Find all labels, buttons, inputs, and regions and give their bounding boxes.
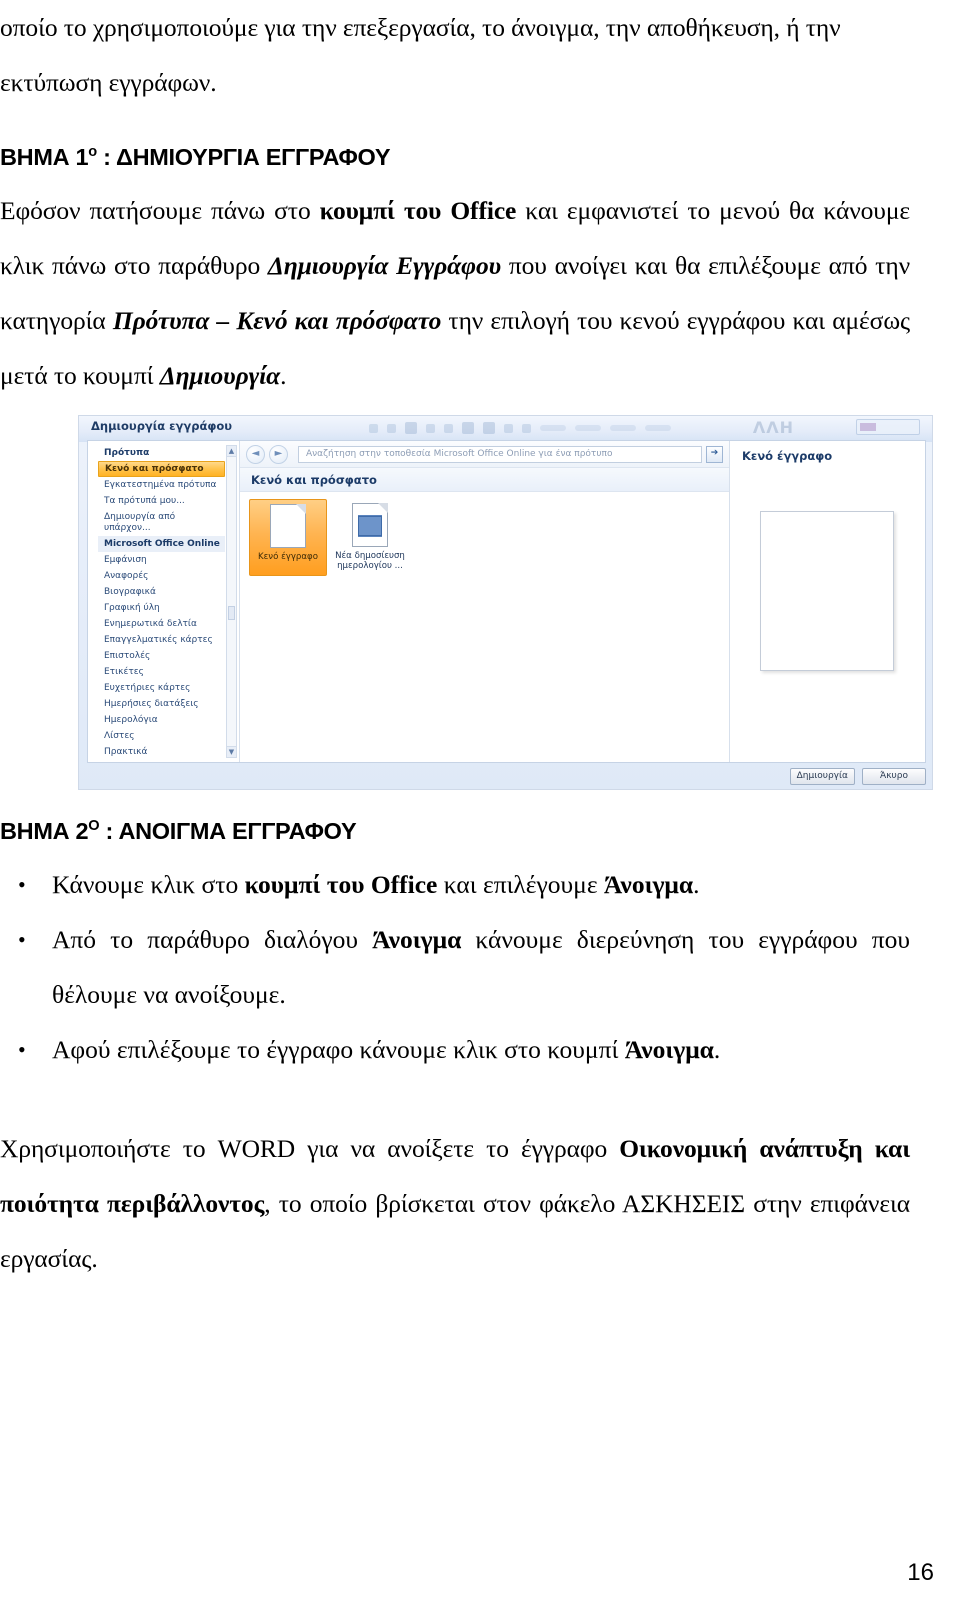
office-new-document-dialog-screenshot: ΛΛΗ Δημιουργία εγγράφου Πρότυπα Κενό και… <box>78 415 933 790</box>
page-content: οποίο το χρησιμοποιούμε για την επεξεργα… <box>0 0 935 1286</box>
ghost-ribbon-label: ΛΛΗ <box>752 418 794 437</box>
step1-paragraph: Εφόσον πατήσουμε πάνω στο κουμπί του Off… <box>0 183 935 403</box>
list-item: Από το παράθυρο διαλόγου Άνοιγμα κάνουμε… <box>0 912 935 1022</box>
step1-bolditalic-new-document: Δημιουργία Εγγράφου <box>267 251 501 280</box>
step2-heading-superscript: Ο <box>88 818 100 835</box>
sidebar-item-installed-templates[interactable]: Εγκατεστημένα πρότυπα <box>98 477 225 493</box>
template-tiles: Κενό έγγραφο Νέα δημοσίευση ημερολογίου … <box>240 492 729 576</box>
search-placeholder: Αναζήτηση στην τοποθεσία Microsoft Offic… <box>306 449 613 459</box>
list-item: Κάνουμε κλικ στο κουμπί του Office και ε… <box>0 857 935 912</box>
template-search-input[interactable]: Αναζήτηση στην τοποθεσία Microsoft Offic… <box>298 445 702 463</box>
bullet1-bold-open: Άνοιγμα <box>603 870 694 899</box>
forward-arrow-icon[interactable]: ► <box>269 444 288 464</box>
search-go-icon[interactable]: ➔ <box>706 445 723 463</box>
step1-heading: ΒΗΜΑ 1ο : ΔΗΜΙΟΥΡΓΙΑ ΕΓΓΡΑΦΟΥ <box>0 144 935 171</box>
sidebar-item-greeting-cards[interactable]: Ευχετήριες κάρτες <box>98 680 225 696</box>
preview-page-thumbnail <box>760 511 894 671</box>
bullet3-text-a: Αφού επιλέξουμε το έγγραφο κάνουμε κλικ … <box>52 1035 625 1064</box>
sidebar-scrollbar[interactable]: ▲ ▼ <box>226 445 237 758</box>
sidebar-item-my-templates[interactable]: Τα πρότυπά μου... <box>98 493 225 509</box>
bullet2-bold-open: Άνοιγμα <box>372 925 462 954</box>
bullet1-bold-office-button: κουμπί του Office <box>244 870 438 899</box>
bullet3-bold-open: Άνοιγμα <box>624 1035 714 1064</box>
intro-line-2: εκτύπωση εγγράφων. <box>0 68 217 97</box>
step1-text-f: . <box>280 361 287 390</box>
scroll-down-icon[interactable]: ▼ <box>227 746 236 757</box>
step1-text-a: Εφόσον πατήσουμε πάνω στο <box>0 196 320 225</box>
preview-title: Κενό έγγραφο <box>742 449 833 463</box>
document-page: οποίο το χρησιμοποιούμε για την επεξεργα… <box>0 0 960 1609</box>
closing-paragraph: Χρησιμοποιήστε το WORD για να ανοίξετε τ… <box>0 1121 935 1286</box>
template-tile-label: Κενό έγγραφο <box>258 552 318 562</box>
sidebar-item-labels[interactable]: Ετικέτες <box>98 664 225 680</box>
step2-heading-rest: : ΑΝΟΙΓΜΑ ΕΓΓΡΑΦΟΥ <box>99 818 357 844</box>
template-tile-new-blog-post[interactable]: Νέα δημοσίευση ημερολογίου ... <box>331 499 409 576</box>
scroll-up-icon[interactable]: ▲ <box>227 446 236 457</box>
sidebar-item-letters[interactable]: Επιστολές <box>98 648 225 664</box>
step1-heading-rest: : ΔΗΜΙΟΥΡΓΙΑ ΕΓΓΡΑΦΟΥ <box>96 144 391 170</box>
dialog-title: Δημιουργία εγγράφου <box>91 419 233 433</box>
sidebar-item-reports[interactable]: Αναφορές <box>98 568 225 584</box>
sidebar-item-schedules[interactable]: Προγραμματισμοί <box>98 760 225 762</box>
sidebar-item-microsoft-office-online: Microsoft Office Online <box>98 536 225 552</box>
template-categories-list: Πρότυπα Κενό και πρόσφατο Εγκατεστημένα … <box>88 445 239 762</box>
bullet1-text-d: . <box>693 870 700 899</box>
sidebar-item-business-cards[interactable]: Επαγγελματικές κάρτες <box>98 632 225 648</box>
template-tile-label: Νέα δημοσίευση ημερολογίου ... <box>335 551 405 571</box>
step1-bolditalic-templates-blank-recent: Πρότυπα – Κενό και πρόσφατο <box>112 306 442 335</box>
intro-line-1: οποίο το χρησιμοποιούμε για την επεξεργα… <box>0 13 841 42</box>
cancel-button[interactable]: Άκυρο <box>862 767 926 785</box>
templates-main-pane: ◄ ► Αναζήτηση στην τοποθεσία Microsoft O… <box>240 441 729 762</box>
dialog-toolbar: ◄ ► Αναζήτηση στην τοποθεσία Microsoft O… <box>240 441 729 468</box>
sidebar-item-featured[interactable]: Εμφάνιση <box>98 552 225 568</box>
step2-bullet-list: Κάνουμε κλικ στο κουμπί του Office και ε… <box>0 857 935 1077</box>
step1-bold-office-button: κουμπί του Office <box>319 196 517 225</box>
sidebar-item-resumes[interactable]: Βιογραφικά <box>98 584 225 600</box>
dialog-footer: Δημιουργία Άκυρο <box>87 765 926 787</box>
page-number: 16 <box>907 1559 934 1586</box>
step2-heading-prefix: ΒΗΜΑ 2 <box>0 818 89 844</box>
bullet3-text-d: . <box>713 1035 721 1064</box>
blank-document-icon <box>270 504 306 548</box>
sidebar-item-newsletters[interactable]: Ενημερωτικά δελτία <box>98 616 225 632</box>
bullet1-text-a: Κάνουμε κλικ στο <box>52 870 245 899</box>
bullet2-text-a: Από το παράθυρο διαλόγου <box>52 925 373 954</box>
calendar-publish-icon <box>352 503 388 547</box>
sidebar-item-minutes[interactable]: Πρακτικά <box>98 744 225 760</box>
dialog-body: Πρότυπα Κενό και πρόσφατο Εγκατεστημένα … <box>87 440 926 763</box>
bullet1-text-c: και επιλέγουμε <box>437 870 604 899</box>
intro-paragraph: οποίο το χρησιμοποιούμε για την επεξεργα… <box>0 0 935 110</box>
sidebar-item-agendas[interactable]: Ημερήσιες διατάξεις <box>98 696 225 712</box>
sidebar-item-stationery[interactable]: Γραφική ύλη <box>98 600 225 616</box>
list-item: Αφού επιλέξουμε το έγγραφο κάνουμε κλικ … <box>0 1022 935 1077</box>
create-button[interactable]: Δημιουργία <box>789 767 855 785</box>
sidebar-item-lists[interactable]: Λίστες <box>98 728 225 744</box>
bullet2-text-d: . <box>279 980 286 1009</box>
section-header: Κενό και πρόσφατο <box>240 468 729 492</box>
sidebar-item-blank-and-recent[interactable]: Κενό και πρόσφατο <box>98 461 225 477</box>
scrollbar-thumb[interactable] <box>228 606 235 620</box>
step1-heading-prefix: ΒΗΜΑ 1 <box>0 144 89 170</box>
template-preview-pane: Κενό έγγραφο <box>729 441 925 762</box>
closing-text-a: Χρησιμοποιήστε το WORD για να ανοίξετε τ… <box>0 1134 620 1163</box>
back-arrow-icon[interactable]: ◄ <box>246 444 265 464</box>
step2-heading: ΒΗΜΑ 2Ο : ΑΝΟΙΓΜΑ ΕΓΓΡΑΦΟΥ <box>0 818 935 845</box>
template-tile-blank-document[interactable]: Κενό έγγραφο <box>249 499 327 576</box>
sidebar-item-calendars[interactable]: Ημερολόγια <box>98 712 225 728</box>
step1-bolditalic-create: Δημιουργία <box>159 361 281 390</box>
sidebar-item-templates: Πρότυπα <box>104 447 150 458</box>
sidebar-item-new-from-existing[interactable]: Δημιουργία από υπάρχον... <box>98 509 225 536</box>
ghost-ribbon-button <box>856 419 920 435</box>
step1-heading-superscript: ο <box>88 144 97 161</box>
template-categories-sidebar[interactable]: Πρότυπα Κενό και πρόσφατο Εγκατεστημένα … <box>88 441 240 762</box>
